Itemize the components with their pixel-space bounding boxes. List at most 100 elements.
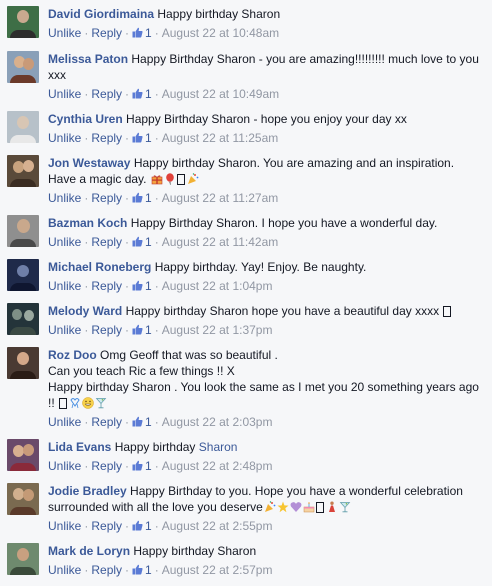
comment-author[interactable]: Roz Doo (48, 348, 97, 362)
timestamp[interactable]: August 22 at 1:37pm (162, 323, 273, 337)
missing-glyph-icon (443, 306, 452, 317)
missing-glyph-icon (315, 502, 324, 513)
timestamp[interactable]: August 22 at 10:48am (162, 26, 279, 40)
comment-author[interactable]: Lida Evans (48, 440, 111, 454)
thumbs-up-icon (132, 324, 143, 335)
avatar[interactable] (7, 259, 39, 291)
comment-author[interactable]: Melody Ward (48, 304, 122, 318)
timestamp[interactable]: August 22 at 2:03pm (162, 415, 273, 429)
separator: · (154, 519, 159, 533)
timestamp[interactable]: August 22 at 11:25am (162, 131, 279, 145)
unlike-link[interactable]: Unlike (48, 191, 81, 205)
comment-actions: Unlike · Reply · 1 · August 22 at 2:57pm (48, 562, 484, 578)
timestamp[interactable]: August 22 at 2:57pm (162, 563, 273, 577)
comment-actions: Unlike · Reply · 1 · August 22 at 1:04pm (48, 278, 484, 294)
reply-link[interactable]: Reply (91, 415, 122, 429)
unlike-link[interactable]: Unlike (48, 235, 81, 249)
thumbs-up-icon (132, 416, 143, 427)
comment-author[interactable]: David Giordimaina (48, 7, 154, 21)
avatar[interactable] (7, 439, 39, 471)
comment-author[interactable]: Jon Westaway (48, 156, 130, 170)
comment-actions: Unlike · Reply · 1 · August 22 at 10:49am (48, 86, 484, 102)
reply-link[interactable]: Reply (91, 519, 122, 533)
unlike-link[interactable]: Unlike (48, 279, 81, 293)
like-count[interactable]: 1 (145, 131, 152, 145)
unlike-link[interactable]: Unlike (48, 26, 81, 40)
like-count[interactable]: 1 (145, 323, 152, 337)
like-count[interactable]: 1 (145, 279, 152, 293)
thumbs-up-icon (132, 88, 143, 99)
separator: · (154, 279, 159, 293)
unlike-link[interactable]: Unlike (48, 323, 81, 337)
avatar[interactable] (7, 155, 39, 187)
like-count[interactable]: 1 (145, 519, 152, 533)
avatar[interactable] (7, 111, 39, 143)
reply-link[interactable]: Reply (91, 563, 122, 577)
mention-link[interactable]: Sharon (199, 440, 238, 454)
like-count[interactable]: 1 (145, 415, 152, 429)
like-count[interactable]: 1 (145, 459, 152, 473)
timestamp[interactable]: August 22 at 11:27am (162, 191, 279, 205)
timestamp[interactable]: August 22 at 2:48pm (162, 459, 273, 473)
avatar[interactable] (7, 303, 39, 335)
unlike-link[interactable]: Unlike (48, 87, 81, 101)
comment-author[interactable]: Mark de Loryn (48, 544, 130, 558)
comment-author[interactable]: Cynthia Uren (48, 112, 123, 126)
comment-actions: Unlike · Reply · 1 · August 22 at 11:42am (48, 234, 484, 250)
unlike-link[interactable]: Unlike (48, 415, 81, 429)
separator: · (125, 323, 130, 337)
reply-link[interactable]: Reply (91, 191, 122, 205)
avatar[interactable] (7, 215, 39, 247)
separator: · (125, 191, 130, 205)
like-count[interactable]: 1 (145, 87, 152, 101)
comment-text: Happy Birthday Sharon. I hope you have a… (130, 216, 438, 230)
avatar[interactable] (7, 6, 39, 38)
comment-actions: Unlike · Reply · 1 · August 22 at 2:55pm (48, 518, 484, 534)
like-count[interactable]: 1 (145, 235, 152, 249)
thumbs-up-icon (132, 27, 143, 38)
timestamp[interactable]: August 22 at 2:55pm (162, 519, 273, 533)
separator: · (125, 563, 130, 577)
reply-link[interactable]: Reply (91, 279, 122, 293)
avatar[interactable] (7, 51, 39, 83)
comment-author[interactable]: Bazman Koch (48, 216, 127, 230)
timestamp[interactable]: August 22 at 11:42am (162, 235, 279, 249)
separator: · (125, 26, 130, 40)
separator: · (84, 323, 89, 337)
comment-text-line: Happy birthday Sharon . You look the sam… (48, 380, 479, 410)
timestamp[interactable]: August 22 at 1:04pm (162, 279, 273, 293)
like-count[interactable]: 1 (145, 191, 152, 205)
like-count[interactable]: 1 (145, 26, 152, 40)
like-count[interactable]: 1 (145, 563, 152, 577)
dancer-icon (328, 501, 335, 512)
unlike-link[interactable]: Unlike (48, 131, 81, 145)
avatar[interactable] (7, 543, 39, 575)
comment-text: Happy Birthday Sharon - hope you enjoy y… (126, 112, 407, 126)
reply-link[interactable]: Reply (91, 131, 122, 145)
comment-author[interactable]: Michael Roneberg (48, 260, 151, 274)
reply-link[interactable]: Reply (91, 26, 122, 40)
unlike-link[interactable]: Unlike (48, 459, 81, 473)
cocktail-glass-icon (95, 398, 107, 409)
reply-link[interactable]: Reply (91, 459, 122, 473)
timestamp[interactable]: August 22 at 10:49am (162, 87, 279, 101)
comment-text: Happy birthday Sharon hope you have a be… (125, 304, 440, 318)
avatar[interactable] (7, 483, 39, 515)
balloon-icon (166, 173, 174, 185)
cocktail-glass-icon (339, 502, 351, 513)
separator: · (154, 563, 159, 577)
comment-actions: Unlike · Reply · 1 · August 22 at 10:48am (48, 25, 484, 41)
blue-heart-face-icon (70, 398, 80, 409)
unlike-link[interactable]: Unlike (48, 519, 81, 533)
reply-link[interactable]: Reply (91, 87, 122, 101)
comment-author[interactable]: Jodie Bradley (48, 484, 127, 498)
thumbs-up-icon (132, 280, 143, 291)
unlike-link[interactable]: Unlike (48, 563, 81, 577)
reply-link[interactable]: Reply (91, 323, 122, 337)
birthday-cake-icon (303, 502, 315, 513)
separator: · (84, 415, 89, 429)
avatar[interactable] (7, 347, 39, 379)
comment-actions: Unlike · Reply · 1 · August 22 at 11:27am (48, 190, 484, 206)
reply-link[interactable]: Reply (91, 235, 122, 249)
comment-author[interactable]: Melissa Paton (48, 52, 128, 66)
